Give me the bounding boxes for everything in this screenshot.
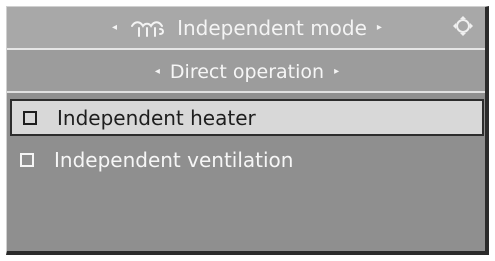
- heater-icon: [131, 21, 165, 37]
- section-title: Direct operation: [169, 60, 325, 83]
- list-item-independent-heater[interactable]: Independent heater: [10, 99, 484, 136]
- title-bar: ◂ Independent mode ▸: [7, 7, 485, 50]
- right-arrow-icon[interactable]: ▸: [377, 23, 382, 33]
- title-group: ◂ Independent mode ▸: [77, 13, 417, 43]
- page-title: Independent mode: [177, 16, 367, 40]
- independent-mode-screen: ◂ Independent mode ▸ ◂ Direct operation …: [6, 6, 489, 255]
- navigation-dial-icon[interactable]: [451, 14, 475, 38]
- left-arrow-icon[interactable]: ◂: [155, 67, 160, 77]
- subtitle-group: ◂ Direct operation ▸: [117, 60, 377, 84]
- subtitle-bar: ◂ Direct operation ▸: [7, 50, 485, 93]
- list-item-independent-ventilation[interactable]: Independent ventilation: [7, 141, 485, 179]
- list-item-label: Independent ventilation: [54, 148, 294, 172]
- checkbox[interactable]: [20, 153, 34, 167]
- list-item-label: Independent heater: [57, 105, 256, 130]
- checkbox[interactable]: [23, 110, 37, 125]
- left-arrow-icon[interactable]: ◂: [112, 23, 117, 33]
- right-arrow-icon[interactable]: ▸: [334, 67, 339, 77]
